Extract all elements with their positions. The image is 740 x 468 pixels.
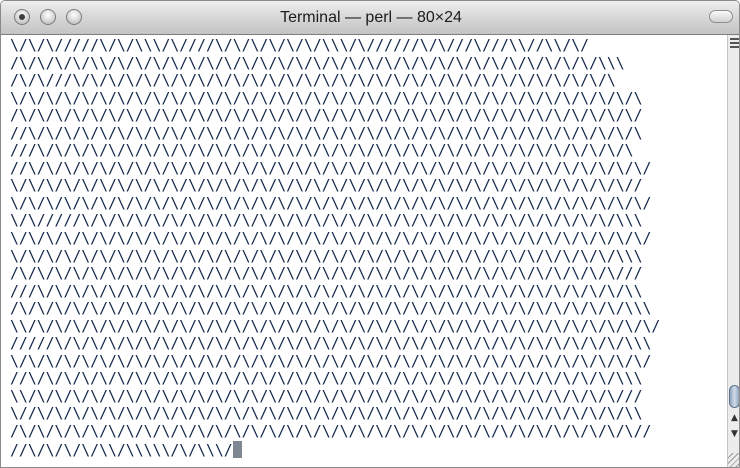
terminal-line: /\/\/\/\/\/\/\/\/\/\/\/\/\/\/\/\/\/\/\/\… xyxy=(10,300,652,318)
scroll-thumb[interactable] xyxy=(729,385,739,408)
terminal-line: /\/\/\/\/\/\/\/\/\/\/\/\/\/\/\/\/\/\/\/\… xyxy=(10,265,643,283)
terminal-line: //\/\/\/\/\/\/\/\/\/\/\/\/\/\/\/\/\/\/\/… xyxy=(10,159,652,177)
title-bar[interactable]: Terminal — perl — 80×24 xyxy=(1,1,739,35)
resize-grip-icon[interactable] xyxy=(728,453,739,467)
terminal-line: /\/\/\/\/\/\/\/\/\/\/\/\/\/\/\/\/\/\/\/\… xyxy=(10,107,643,125)
terminal-line: \\/\/\/\/\/\/\/\/\/\/\/\/\/\/\/\/\/\/\/\… xyxy=(10,387,643,405)
terminal-line: /////\/\/\/\/\/\/\/\/\/\/\/\/\/\/\/\/\/\… xyxy=(10,335,652,353)
terminal-line: \/\/\/////\/\/\\\/\////\/\/\/\/\/\/\\\/\… xyxy=(10,37,590,54)
up-arrow-icon[interactable]: ▲ xyxy=(728,411,739,425)
terminal-line: ///\/\/\/\/\/\/\/\/\/\/\/\/\/\/\/\/\/\/\… xyxy=(10,282,643,300)
terminal-line: \/\/\/\/\/\/\/\/\/\/\/\/\/\/\/\/\/\/\/\/… xyxy=(10,230,652,248)
cursor xyxy=(232,440,242,458)
terminal-line: \/\/////\/\/\/\/\/\/\/\/\/\/\/\/\/\/\/\/… xyxy=(10,212,643,230)
terminal-window: Terminal — perl — 80×24 \/\/\/////\/\/\\… xyxy=(0,0,740,468)
terminal-line: \//\/\/\/\/\/\/\/\/\/\/\/\/\/\/\/\/\/\/\… xyxy=(10,405,643,423)
split-pane-icon[interactable] xyxy=(730,38,739,48)
terminal-line: //\/\/\/\/\/\/\/\/\/\/\/\/\/\/\/\/\/\/\/… xyxy=(10,124,643,142)
terminal-line: \/\/\/\/\/\/\/\/\/\/\/\/\/\/\/\/\/\/\/\/… xyxy=(10,194,652,212)
toolbar-toggle-icon[interactable] xyxy=(709,10,733,23)
window-title: Terminal — perl — 80×24 xyxy=(280,9,462,26)
terminal-line: /\/\/\/\/\\/\/\/\/\/\/\/\/\/\/\/\/\/\/\/… xyxy=(10,54,625,72)
terminal-line: /\/\/\/\/\/\/\/\/\/\/\/\/\/\/\/\/\/\/\/\… xyxy=(10,423,652,441)
terminal-line: \/\/\/\/\/\/\/\/\/\/\/\/\/\/\/\/\/\/\/\/… xyxy=(10,177,643,195)
terminal-line: ///\/\/\/\/\/\/\/\/\/\/\/\/\/\/\/\/\/\/\… xyxy=(10,142,634,160)
terminal-line: \/\/\/\/\/\/\/\/\/\/\/\/\/\/\/\/\/\/\/\/… xyxy=(10,89,643,107)
terminal-line: \/\/\/\/\/\/\/\/\/\/\/\/\/\/\/\/\/\/\/\/… xyxy=(10,247,643,265)
terminal-content[interactable]: \/\/\/////\/\/\\\/\////\/\/\/\/\/\/\\\/\… xyxy=(1,35,727,467)
terminal-lines: \/\/\/////\/\/\\\/\////\/\/\/\/\/\/\\\/\… xyxy=(10,37,660,440)
down-arrow-icon[interactable]: ▼ xyxy=(728,427,739,441)
terminal-line: /\/\///\/\/\/\/\/\/\/\/\/\/\/\/\/\/\/\/\… xyxy=(10,72,616,90)
terminal-line: \\/\/\/\/\/\/\/\/\/\/\/\/\/\/\/\/\/\/\/\… xyxy=(10,317,661,335)
terminal-line: //\/\/\/\/\/\/\/\/\/\/\/\/\/\/\/\/\/\/\/… xyxy=(10,370,643,388)
terminal-line: \/\/\/\/\/\/\/\/\/\/\/\/\/\/\/\/\/\/\/\/… xyxy=(10,352,652,370)
vertical-scrollbar[interactable]: ▲ ▼ xyxy=(727,35,739,467)
prompt-line: //\/\/\/\/\\/\\\\\/\/\\\/ xyxy=(10,441,233,459)
terminal-output: \/\/\/////\/\/\\\/\////\/\/\/\/\/\/\\\/\… xyxy=(1,35,727,459)
